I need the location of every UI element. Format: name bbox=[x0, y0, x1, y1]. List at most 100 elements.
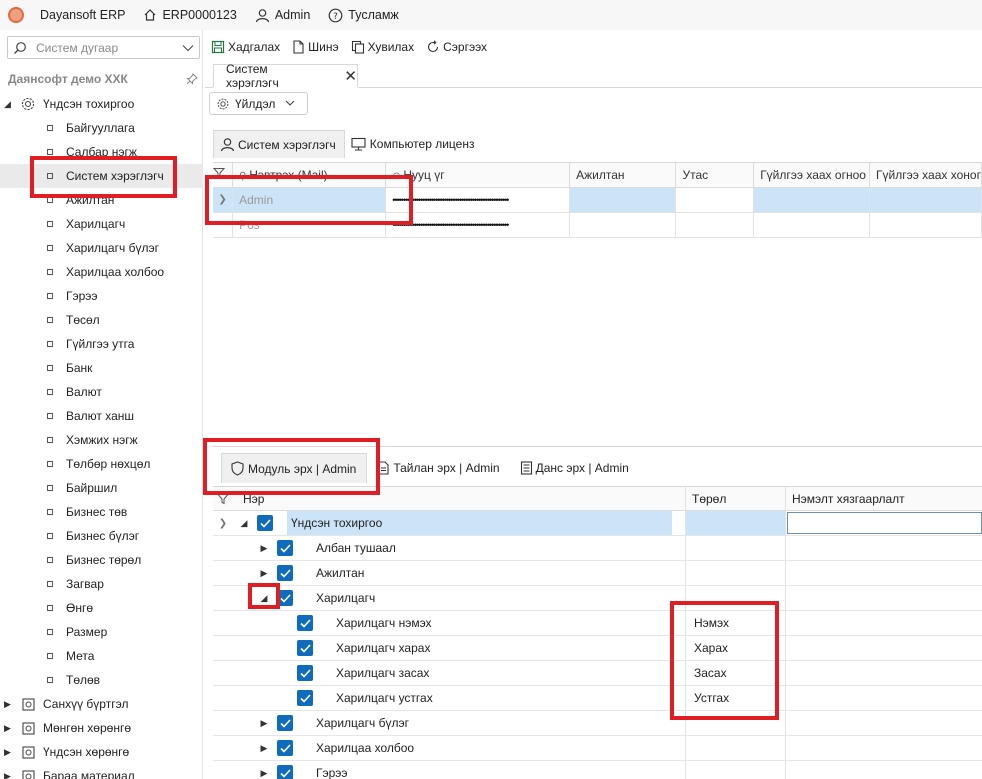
tree-row[interactable]: ❯ ◢ Үндсэн тохиргоо bbox=[213, 511, 982, 536]
type-cell[interactable] bbox=[686, 711, 786, 735]
expand-arrow-icon[interactable]: ▶ bbox=[4, 771, 14, 779]
system-number-search[interactable]: Систем дугаар bbox=[7, 36, 200, 59]
tree-group[interactable]: ▶ Санхүү бүртгэл bbox=[0, 692, 203, 716]
column-name[interactable]: Нэр bbox=[213, 487, 686, 510]
phone-cell[interactable] bbox=[675, 187, 755, 213]
action-dropdown[interactable]: Үйлдэл bbox=[209, 92, 308, 115]
tree-item[interactable]: Размер bbox=[0, 620, 203, 644]
checkbox[interactable] bbox=[277, 765, 293, 779]
tree-row[interactable]: Харилцагч нэмэх Нэмэх bbox=[213, 611, 982, 636]
column-restriction[interactable]: Нэмэлт хязгаарлалт bbox=[786, 487, 982, 510]
checkbox[interactable] bbox=[277, 540, 293, 556]
restriction-cell[interactable] bbox=[786, 661, 982, 685]
tree-item[interactable]: Байгууллага bbox=[0, 116, 203, 140]
tree-item[interactable]: Харилцагч бүлэг bbox=[0, 236, 203, 260]
checkbox[interactable] bbox=[277, 740, 293, 756]
tree-node-root[interactable]: ◢ Үндсэн тохиргоо bbox=[0, 92, 203, 116]
name-cell[interactable]: ▶ Албан тушаал bbox=[213, 536, 686, 560]
restriction-editor[interactable] bbox=[787, 512, 982, 534]
column-type[interactable]: Төрөл bbox=[686, 487, 786, 510]
restriction-cell[interactable] bbox=[786, 536, 982, 560]
tree-item[interactable]: Хэмжих нэгж bbox=[0, 428, 203, 452]
type-cell[interactable] bbox=[686, 736, 786, 760]
tree-group[interactable]: ▶ Үндсэн хөрөнгө bbox=[0, 740, 203, 764]
chevron-down-icon[interactable] bbox=[182, 44, 194, 52]
tree-item[interactable]: Мета bbox=[0, 644, 203, 668]
close-date-cell[interactable] bbox=[753, 187, 871, 213]
copy-button[interactable]: Хувилах bbox=[351, 40, 414, 54]
name-cell[interactable]: Харилцагч устгах bbox=[213, 686, 686, 710]
restriction-cell[interactable] bbox=[786, 736, 982, 760]
type-cell[interactable] bbox=[686, 536, 786, 560]
tree-item[interactable]: Валют ханш bbox=[0, 404, 203, 428]
type-cell[interactable] bbox=[686, 511, 786, 535]
collapse-arrow-icon[interactable]: ◢ bbox=[239, 518, 249, 529]
login-cell[interactable]: Admin bbox=[232, 187, 387, 213]
checkbox[interactable] bbox=[297, 640, 313, 656]
column-password[interactable]: ⊙ Нууц үг bbox=[385, 163, 571, 188]
tab-module-permissions[interactable]: Модуль эрх | Admin bbox=[221, 453, 368, 483]
tab-report-permissions[interactable]: Тайлан эрх | Admin bbox=[367, 453, 509, 483]
login-cell[interactable]: Pos bbox=[232, 212, 387, 238]
panel-splitter[interactable] bbox=[213, 446, 982, 447]
type-cell[interactable]: Нэмэх bbox=[686, 611, 786, 635]
tree-item[interactable]: Төлбөр нөхцөл bbox=[0, 452, 203, 476]
tree-item[interactable]: Валют bbox=[0, 380, 203, 404]
type-cell[interactable] bbox=[686, 561, 786, 585]
tree-row[interactable]: ▶ Гэрээ bbox=[213, 761, 982, 779]
restriction-cell[interactable] bbox=[786, 761, 982, 779]
tree-item[interactable]: Харилцаа холбоо bbox=[0, 260, 203, 284]
save-button[interactable]: Хадгалах bbox=[211, 40, 280, 54]
collapse-arrow-icon[interactable]: ◢ bbox=[4, 99, 14, 110]
expand-arrow-icon[interactable]: ▶ bbox=[259, 718, 269, 729]
type-cell[interactable]: Харах bbox=[686, 636, 786, 660]
tree-item[interactable]: Төлөв bbox=[0, 668, 203, 692]
expand-arrow-icon[interactable]: ▶ bbox=[259, 768, 269, 779]
type-cell[interactable]: Устгах bbox=[686, 686, 786, 710]
checkbox[interactable] bbox=[277, 565, 293, 581]
tree-item[interactable]: Банк bbox=[0, 356, 203, 380]
restriction-cell[interactable] bbox=[786, 711, 982, 735]
tree-item[interactable]: Байршил bbox=[0, 476, 203, 500]
name-cell[interactable]: ▶ Харилцагч бүлэг bbox=[213, 711, 686, 735]
filter-icon[interactable] bbox=[213, 493, 233, 505]
tree-row[interactable]: Харилцагч засах Засах bbox=[213, 661, 982, 686]
name-cell[interactable]: Харилцагч засах bbox=[213, 661, 686, 685]
tree-item[interactable]: Загвар bbox=[0, 572, 203, 596]
column-login[interactable]: ⚲ Нэвтрэх (Mail) bbox=[232, 163, 387, 188]
name-cell[interactable]: ▶ Ажилтан bbox=[213, 561, 686, 585]
name-cell[interactable]: ▶ Харилцаа холбоо bbox=[213, 736, 686, 760]
expand-arrow-icon[interactable]: ▶ bbox=[259, 568, 269, 579]
phone-cell[interactable] bbox=[675, 212, 755, 238]
tree-row[interactable]: ▶ Ажилтан bbox=[213, 561, 982, 586]
type-cell[interactable]: Засах bbox=[686, 661, 786, 685]
tree-row[interactable]: ▶ Харилцагч бүлэг bbox=[213, 711, 982, 736]
table-row[interactable]: ❯ Admin ••••••••••••••••••••••••••••••••… bbox=[213, 187, 982, 213]
column-employee[interactable]: Ажилтан bbox=[569, 163, 677, 188]
tree-item[interactable]: Бизнес төрөл bbox=[0, 548, 203, 572]
name-cell[interactable]: ▶ Гэрээ bbox=[213, 761, 686, 779]
table-row[interactable]: Pos ••••••••••••••••••••••••••••••••••••… bbox=[213, 212, 982, 238]
password-cell[interactable]: ••••••••••••••••••••••••••••••••••••••••… bbox=[385, 187, 571, 213]
tree-item[interactable]: Бизнес бүлэг bbox=[0, 524, 203, 548]
tab-system-users[interactable]: Систем хэрэглэгч bbox=[213, 130, 345, 158]
tree-item[interactable]: Ажилтан bbox=[0, 188, 203, 212]
checkbox[interactable] bbox=[297, 690, 313, 706]
name-cell[interactable]: ◢ Харилцагч bbox=[213, 586, 686, 610]
user-button[interactable]: Admin bbox=[255, 8, 310, 23]
tree-item[interactable]: Гэрээ bbox=[0, 284, 203, 308]
tab-system-user[interactable]: Систем хэрэглэгч ✕ bbox=[213, 62, 358, 90]
type-cell[interactable] bbox=[686, 586, 786, 610]
tree-item[interactable]: Систем хэрэглэгч bbox=[0, 164, 203, 188]
checkbox[interactable] bbox=[257, 515, 273, 531]
filter-icon[interactable] bbox=[213, 163, 234, 188]
tree-row[interactable]: Харилцагч харах Харах bbox=[213, 636, 982, 661]
tree-item[interactable]: Төсөл bbox=[0, 308, 203, 332]
employee-cell[interactable] bbox=[569, 212, 677, 238]
close-days-cell[interactable] bbox=[869, 212, 982, 238]
tree-group[interactable]: ▶ Бараа материал bbox=[0, 764, 203, 779]
restriction-cell[interactable] bbox=[786, 611, 982, 635]
pin-icon[interactable] bbox=[186, 73, 198, 85]
column-close-date[interactable]: Гүйлгээ хаах огноо bbox=[753, 163, 871, 188]
column-close-days[interactable]: Гүйлгээ хаах хоног bbox=[869, 163, 982, 188]
